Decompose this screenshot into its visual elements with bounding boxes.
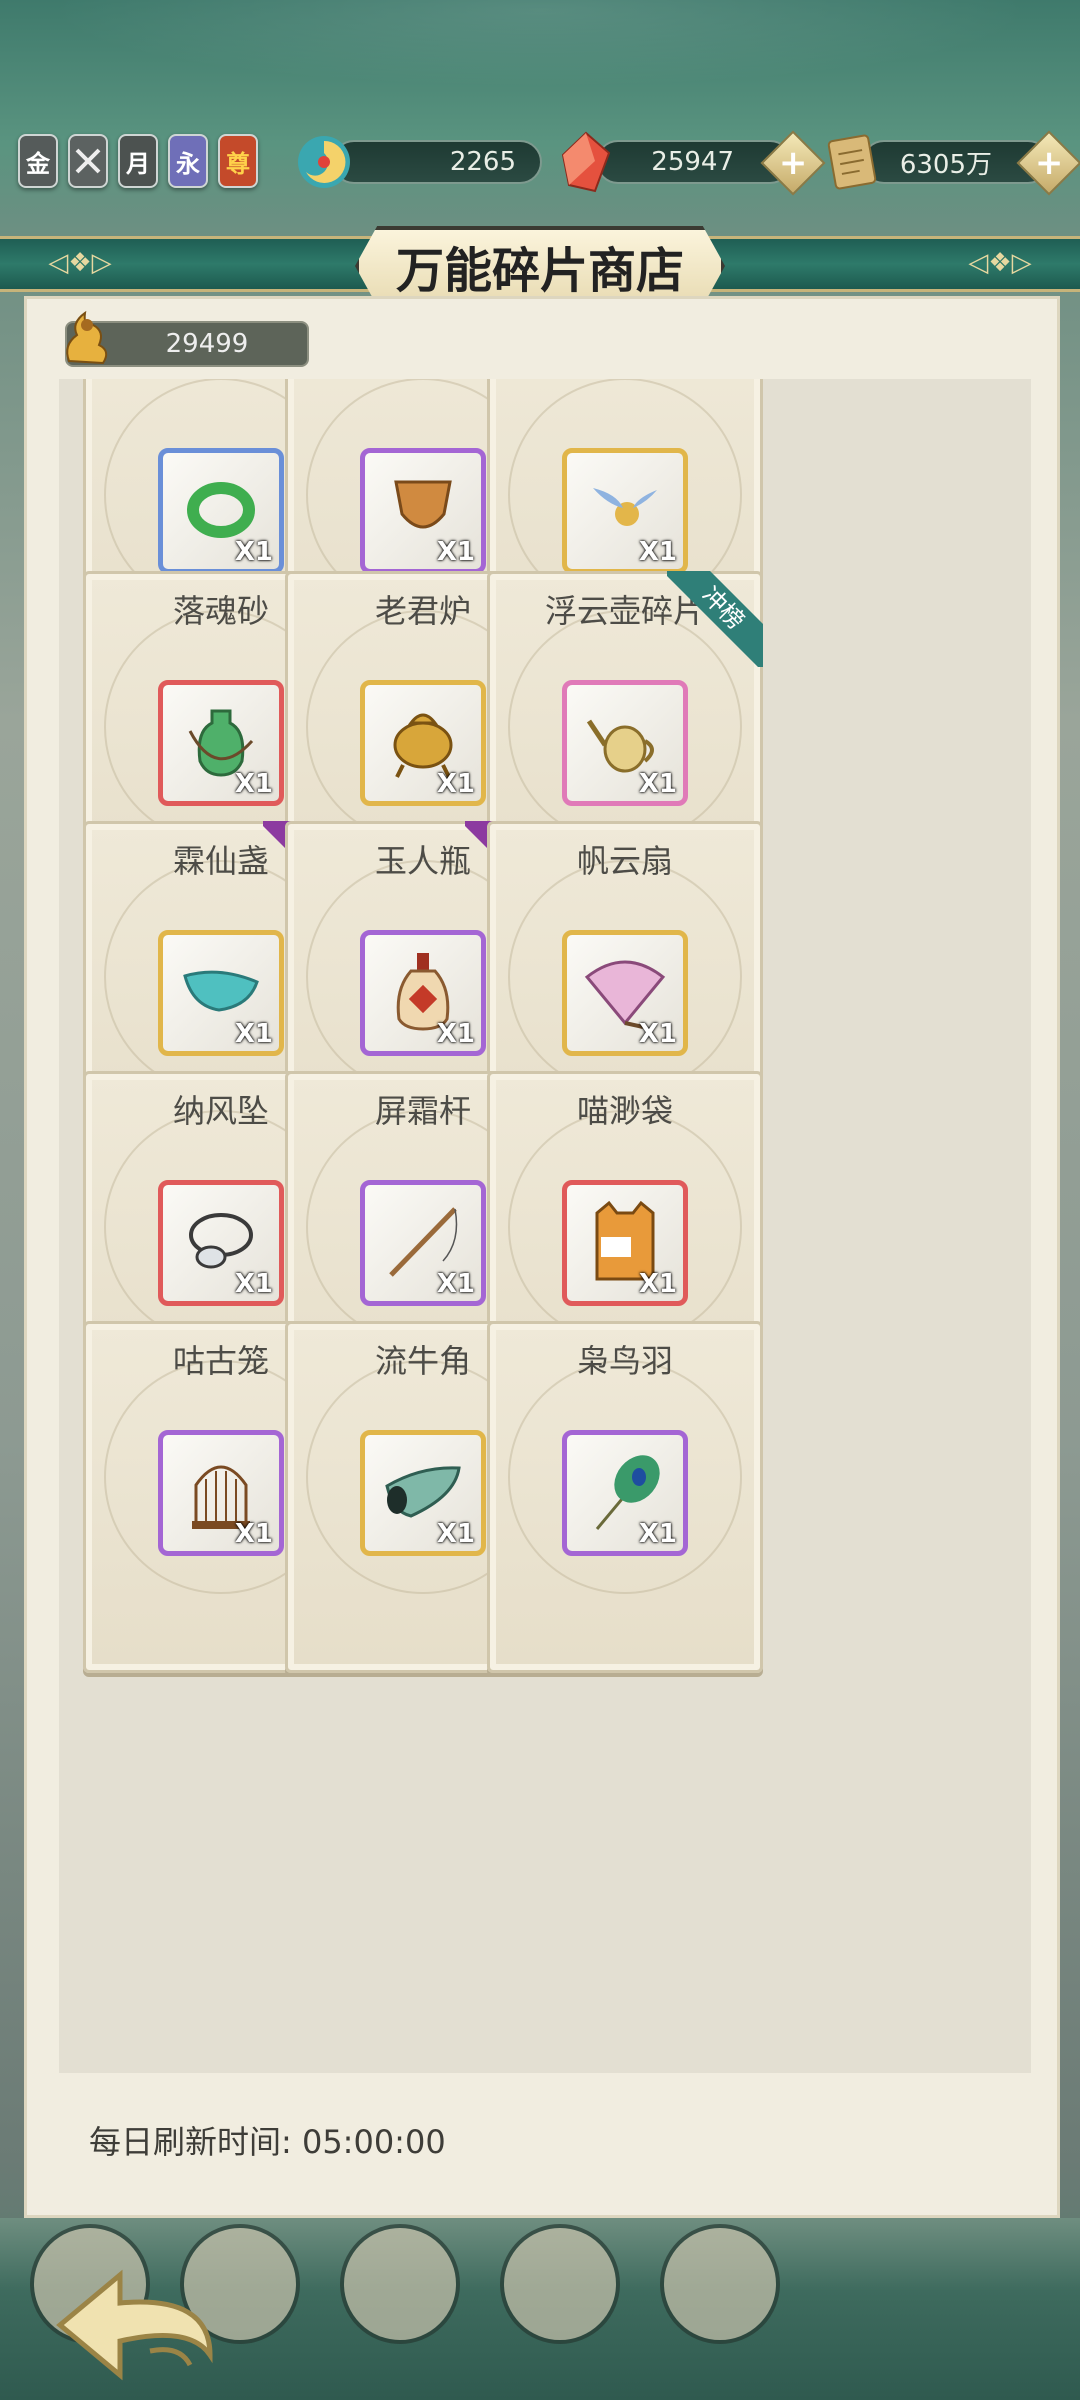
item-tag-ribbon: 冲榜 <box>667 571 763 667</box>
fragment-currency-display: 29499 <box>65 310 309 367</box>
item-icon-slot[interactable]: X1 <box>158 1180 284 1306</box>
item-tag: 冲榜 <box>667 571 763 667</box>
item-grid: X110X140X1800落魂砂X12000老君炉X19800浮云壶碎片X128… <box>59 379 1031 2073</box>
item-icon-slot[interactable]: X1 <box>158 930 284 1056</box>
back-arrow-icon <box>56 2269 213 2381</box>
vip-badge-eternal[interactable]: 永 <box>168 134 208 188</box>
item-quantity: X1 <box>436 1519 475 1549</box>
paper-scroll-icon <box>820 128 884 196</box>
shop-panel: 29499 X110X140X1800落魂砂X12000老君炉X19800浮云壶… <box>24 296 1060 2218</box>
item-icon-slot[interactable]: X1 <box>360 1180 486 1306</box>
right-cloud-ornament: ◁❖▷ <box>968 248 1032 278</box>
item-icon-slot[interactable]: X1 <box>158 680 284 806</box>
item-icon-slot[interactable]: X1 <box>158 448 284 574</box>
vip-badge-crossed[interactable] <box>68 134 108 188</box>
refresh-time-label: 每日刷新时间: 05:00:00 <box>89 2123 446 2161</box>
item-icon-slot[interactable]: X1 <box>158 1430 284 1556</box>
nav-medal <box>340 2224 460 2344</box>
item-icon-slot[interactable]: X1 <box>562 1430 688 1556</box>
item-name: 喵渺袋 <box>576 1092 673 1130</box>
item-icon-slot[interactable]: X1 <box>360 680 486 806</box>
item-icon-slot[interactable]: X1 <box>360 930 486 1056</box>
left-cloud-ornament: ◁❖▷ <box>48 248 112 278</box>
item-quantity: X1 <box>436 769 475 799</box>
item-quantity: X1 <box>234 1269 273 1299</box>
nav-medal <box>660 2224 780 2344</box>
item-quantity: X1 <box>234 1519 273 1549</box>
red-crystal-icon <box>554 128 618 196</box>
item-quantity: X1 <box>436 1269 475 1299</box>
item-icon-slot[interactable]: X1 <box>562 1180 688 1306</box>
item-quantity: X1 <box>638 1519 677 1549</box>
top-resource-bar: 金 月 永 尊 2265 25947 + 6305万 + <box>14 128 1080 200</box>
item-icon-slot[interactable]: X1 <box>562 680 688 806</box>
shop-item-card[interactable]: 枭鸟羽 X1 <box>487 1321 763 1673</box>
item-quantity: X1 <box>234 769 273 799</box>
flame-dragon-coin-icon <box>66 310 108 365</box>
item-icon-slot[interactable]: X1 <box>562 930 688 1056</box>
crossed-swords-icon <box>75 148 101 174</box>
item-quantity: X1 <box>436 1019 475 1049</box>
item-quantity: X1 <box>234 1019 273 1049</box>
nav-medal <box>500 2224 620 2344</box>
item-name: 枭鸟羽 <box>576 1342 673 1380</box>
item-name: 帆云扇 <box>576 842 673 880</box>
item-icon-slot[interactable]: X1 <box>360 448 486 574</box>
jade-currency-display: 2265 <box>332 140 542 184</box>
item-quantity: X1 <box>638 1019 677 1049</box>
item-quantity: X1 <box>436 537 475 567</box>
vip-badge-moon[interactable]: 月 <box>118 134 158 188</box>
item-quantity: X1 <box>638 537 677 567</box>
page-title: 万能碎片商店 <box>355 226 725 306</box>
item-quantity: X1 <box>638 1269 677 1299</box>
item-quantity: X1 <box>234 537 273 567</box>
back-button[interactable] <box>40 2255 240 2395</box>
item-quantity: X1 <box>638 769 677 799</box>
vip-badge-supreme[interactable]: 尊 <box>218 134 258 188</box>
item-icon-slot[interactable]: X1 <box>562 448 688 574</box>
vip-badge-gold[interactable]: 金 <box>18 134 58 188</box>
item-icon-slot[interactable]: X1 <box>360 1430 486 1556</box>
jade-swirl-icon <box>292 128 356 196</box>
